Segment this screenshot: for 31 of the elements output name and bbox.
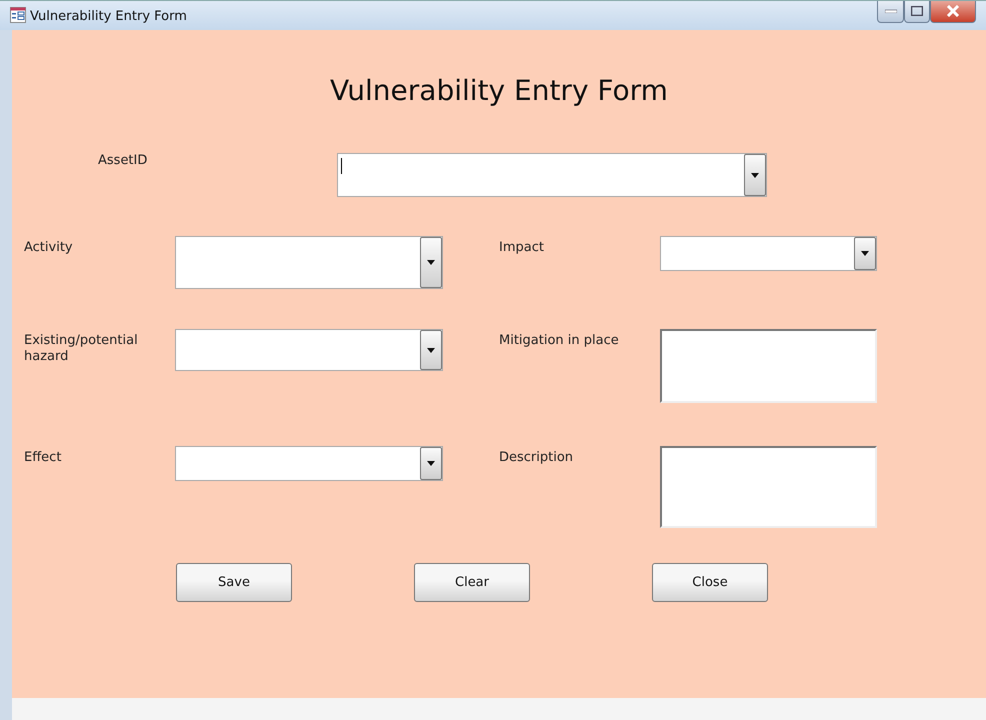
form-icon — [10, 7, 26, 23]
dropdown-button[interactable] — [854, 237, 876, 270]
caret-icon — [427, 260, 435, 265]
form-button[interactable]: Clear — [414, 563, 530, 602]
minimize-button[interactable] — [877, 1, 904, 23]
text-box[interactable] — [660, 329, 877, 403]
caret-icon — [751, 172, 759, 178]
combo-box[interactable] — [175, 236, 443, 289]
form-button[interactable]: Save — [176, 563, 292, 602]
field-label: Description — [499, 449, 574, 467]
field-label: Effect — [24, 449, 62, 467]
field-label: AssetID — [98, 153, 148, 170]
field-label: Existing/potential hazard — [24, 332, 139, 366]
dropdown-button[interactable] — [420, 330, 442, 370]
maximize-button[interactable] — [904, 1, 930, 23]
window-title: Vulnerability Entry Form — [30, 8, 187, 26]
close-icon — [946, 5, 960, 18]
field-label: Mitigation in place — [499, 332, 620, 350]
field-label: Impact — [499, 239, 545, 257]
caret-icon — [427, 461, 435, 466]
text-box[interactable] — [660, 446, 877, 528]
dropdown-button[interactable] — [420, 447, 442, 480]
dropdown-button[interactable] — [744, 154, 766, 196]
field-label: Activity — [24, 239, 74, 257]
form-button[interactable]: Close — [652, 563, 768, 602]
minimize-icon — [884, 9, 896, 14]
close-button[interactable] — [930, 1, 976, 23]
maximize-icon — [911, 6, 923, 16]
caret-icon — [861, 251, 869, 256]
caret-icon — [427, 348, 435, 352]
form-heading: Vulnerability Entry Form — [329, 73, 669, 109]
